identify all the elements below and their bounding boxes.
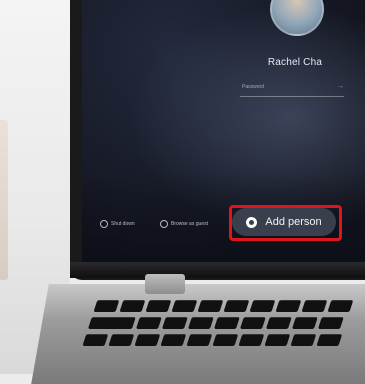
background-object [0,120,8,280]
keyboard [75,300,365,370]
highlight-box [229,205,342,241]
user-avatar[interactable] [270,0,324,36]
password-placeholder: Password [242,84,264,90]
shut-down-button[interactable]: Shut down [100,220,135,228]
browse-as-guest-button[interactable]: Browse as guest [160,220,208,228]
password-field[interactable]: Password → [240,83,344,97]
hinge-tab [145,274,185,294]
laptop-hinge [70,262,365,278]
arrow-right-icon[interactable]: → [337,83,344,90]
power-icon [100,220,108,228]
user-name: Rachel Cha [267,57,323,68]
guest-icon [160,220,168,228]
